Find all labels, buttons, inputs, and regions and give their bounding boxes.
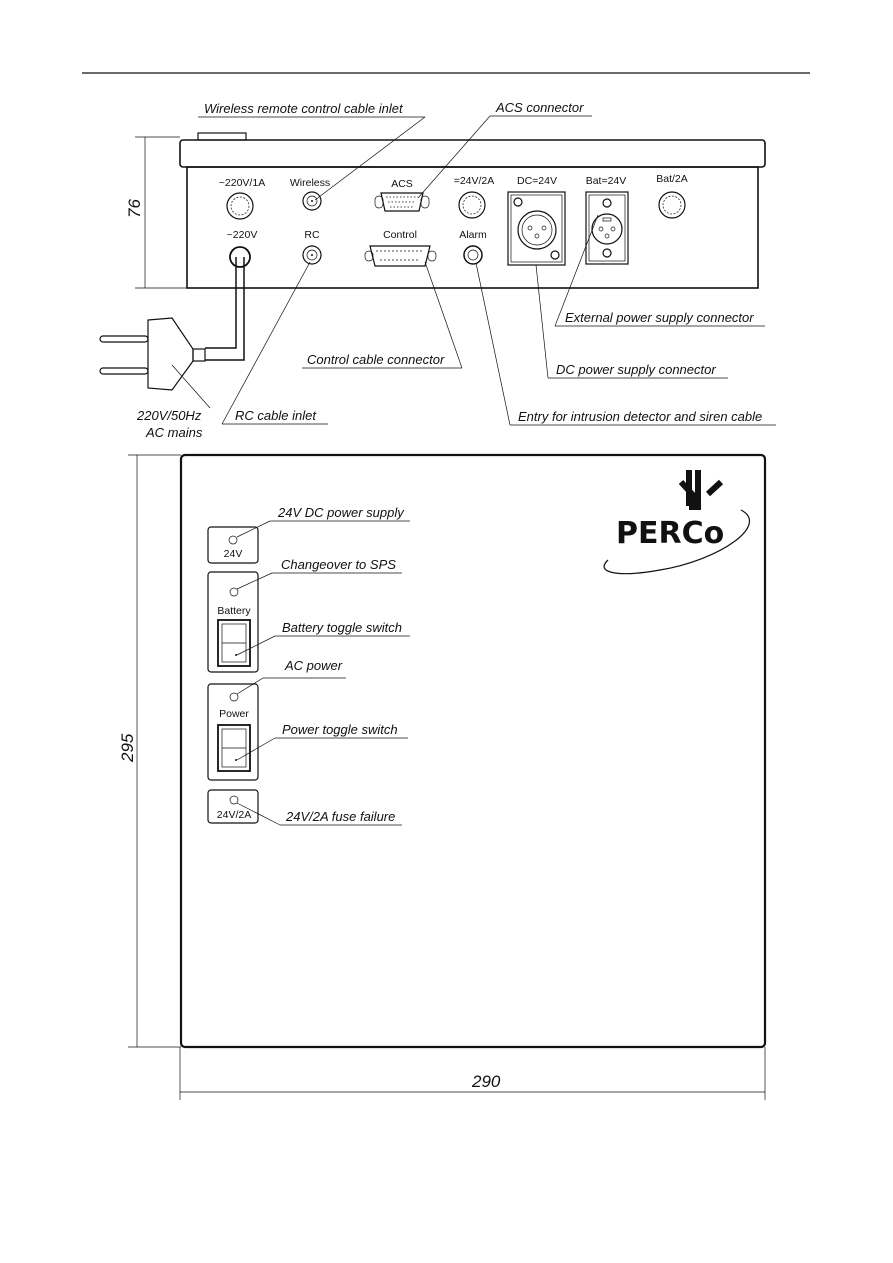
power-supply-diagram: 76 ~220V/1A Wireless ACS =24V/2A DC=24V … xyxy=(82,72,810,1100)
svg-text:Control cable connector: Control cable connector xyxy=(307,352,445,367)
callout-dc-supply: 24V DC power supply xyxy=(236,505,410,538)
port-label: Bat=24V xyxy=(586,175,627,187)
alarm-cable-inlet-icon xyxy=(463,245,483,265)
port-label: DC=24V xyxy=(517,175,557,187)
led-icon xyxy=(229,795,239,805)
power-toggle-switch[interactable] xyxy=(217,724,251,772)
svg-text:Entry for intrusion detector a: Entry for intrusion detector and siren c… xyxy=(518,409,762,424)
port-label: Wireless xyxy=(290,177,330,189)
port-label: Alarm xyxy=(459,229,487,241)
led-icon xyxy=(228,535,238,545)
svg-text:ACS connector: ACS connector xyxy=(495,100,584,115)
svg-text:AC power: AC power xyxy=(284,658,343,673)
svg-text:Battery: Battery xyxy=(217,605,251,617)
svg-text:Power: Power xyxy=(219,708,249,720)
callout-ac-power: AC power xyxy=(236,658,346,695)
svg-text:24V DC power supply: 24V DC power supply xyxy=(277,505,405,520)
callout-rc: RC cable inlet xyxy=(221,261,328,425)
svg-text:24V: 24V xyxy=(224,548,243,560)
led-icon xyxy=(229,587,239,597)
port-label: =24V/2A xyxy=(454,175,495,187)
svg-text:PERCo: PERCo xyxy=(616,516,724,551)
battery-toggle-switch[interactable] xyxy=(217,619,251,667)
perco-logo: PERCo xyxy=(603,470,750,575)
svg-text:24V/2A fuse failure: 24V/2A fuse failure xyxy=(285,809,395,824)
svg-text:RC cable inlet: RC cable inlet xyxy=(235,408,317,423)
xlr-connector-icon xyxy=(585,191,629,265)
svg-text:DC power supply connector: DC power supply connector xyxy=(556,362,716,377)
callout-control: Control cable connector xyxy=(302,261,463,369)
port-label: ACS xyxy=(391,178,413,190)
xlr-connector-icon xyxy=(507,191,566,266)
rear-panel: 76 ~220V/1A Wireless ACS =24V/2A DC=24V … xyxy=(99,100,776,440)
mains-cable-gland-icon xyxy=(229,246,251,268)
svg-text:External power supply connecto: External power supply connector xyxy=(565,310,754,325)
svg-text:Wireless remote control cable: Wireless remote control cable inlet xyxy=(204,101,404,116)
dsub-connector-icon xyxy=(374,192,430,212)
dimension-290: 290 xyxy=(471,1072,501,1091)
fuse-holder-icon xyxy=(658,191,686,219)
callout-battery-switch: Battery toggle switch xyxy=(236,620,410,656)
port-label: Control xyxy=(383,229,417,241)
coax-connector-icon xyxy=(302,191,322,211)
port-label: RC xyxy=(304,229,320,241)
mains-plug-icon xyxy=(99,257,245,391)
port-label: ~220V/1A xyxy=(219,177,265,189)
fuse-holder-icon xyxy=(226,192,254,220)
callout-changeover: Changeover to SPS xyxy=(236,557,402,590)
led-icon xyxy=(229,692,239,702)
dc-supply-indicator-module: 24V xyxy=(207,526,259,564)
dimension-76: 76 xyxy=(125,199,144,218)
front-panel: 295 290 PERCo 24V Battery Power 24V/2A 2… xyxy=(118,453,767,1100)
callout-fuse-failure: 24V/2A fuse failure xyxy=(236,802,402,826)
svg-text:Changeover to SPS: Changeover to SPS xyxy=(281,557,396,572)
battery-module: Battery xyxy=(207,571,259,673)
port-label: Bat/2A xyxy=(656,173,688,185)
coax-connector-icon xyxy=(302,245,322,265)
power-module: Power xyxy=(207,683,259,781)
fuse-holder-icon xyxy=(458,191,486,219)
svg-text:Power toggle switch: Power toggle switch xyxy=(282,722,398,737)
svg-text:24V/2A: 24V/2A xyxy=(217,809,251,821)
svg-text:AC mains: AC mains xyxy=(145,425,203,440)
callout-acs: ACS connector xyxy=(417,100,592,199)
fuse-indicator-module: 24V/2A xyxy=(207,789,259,824)
callout-mains: 220V/50Hz AC mains xyxy=(136,364,211,440)
port-label: ~220V xyxy=(227,229,258,241)
svg-text:Battery toggle switch: Battery toggle switch xyxy=(282,620,402,635)
svg-text:220V/50Hz: 220V/50Hz xyxy=(136,408,202,423)
callout-power-switch: Power toggle switch xyxy=(236,722,408,761)
dimension-295: 295 xyxy=(118,733,137,763)
